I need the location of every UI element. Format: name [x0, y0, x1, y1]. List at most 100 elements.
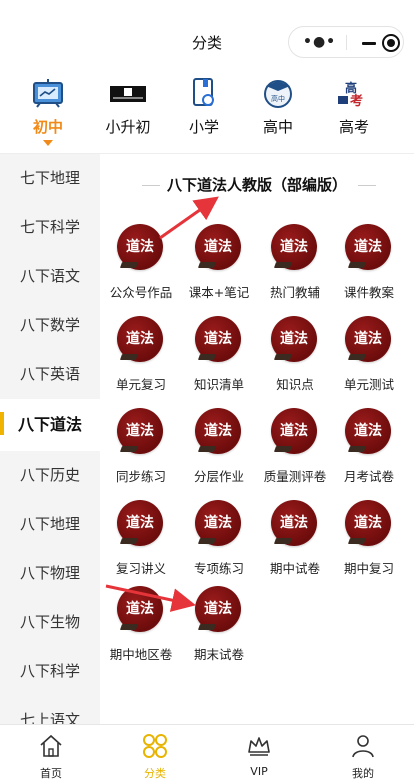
sidebar-item[interactable]: 八下英语 — [0, 350, 100, 399]
grid-item[interactable]: 道法 课件教案 — [330, 224, 408, 314]
grid-item-label: 月考试卷 — [343, 469, 394, 484]
sidebar-item[interactable]: 八下历史 — [0, 451, 100, 500]
daofa-badge-icon: 道法 — [195, 500, 241, 546]
daofa-badge-icon: 道法 — [195, 224, 241, 270]
chart-board-icon — [33, 79, 63, 108]
sidebar-item[interactable]: 八下物理 — [0, 549, 100, 598]
grid-item[interactable]: 道法 质量测评卷 — [256, 408, 334, 498]
daofa-badge-icon: 道法 — [195, 316, 241, 362]
tab-label: 初中 — [32, 118, 63, 136]
daofa-badge-icon: 道法 — [345, 500, 391, 546]
close-circle-icon[interactable] — [382, 34, 400, 52]
grid-item[interactable]: 道法 单元测试 — [330, 316, 408, 406]
tab-chuzhong[interactable]: 初中 — [12, 76, 84, 148]
grid-item-label: 公众号作品 — [109, 285, 173, 300]
grid-item-label: 同步练习 — [115, 469, 166, 484]
grid-item[interactable]: 道法 单元复习 — [102, 316, 180, 406]
gaokao-text-icon: 高 考 — [338, 80, 363, 108]
sidebar-item[interactable]: 八下语文 — [0, 252, 100, 301]
grid-item-label: 期中复习 — [343, 561, 394, 576]
section-title: 八下道法人教版（部编版） — [100, 174, 414, 195]
tab-gaozhong[interactable]: 高中 高中 — [242, 76, 314, 148]
tab-gaokao[interactable]: 高 考 高考 — [318, 76, 390, 148]
grid-item-label: 复习讲义 — [115, 561, 166, 576]
tab-xiaoshengchu[interactable]: 小升初 — [92, 76, 164, 148]
grid-item[interactable]: 道法 知识点 — [256, 316, 334, 406]
grid-item[interactable]: 道法 知识清单 — [180, 316, 258, 406]
category-icon — [143, 734, 167, 758]
grid-item[interactable]: 道法 期中地区卷 — [102, 586, 180, 676]
minimize-icon[interactable] — [362, 42, 376, 45]
grid-item-label: 课本+笔记 — [188, 285, 250, 300]
sidebar-item-active[interactable]: 八下道法 — [0, 399, 100, 451]
book-link-icon — [193, 78, 214, 106]
daofa-badge-icon: 道法 — [345, 408, 391, 454]
more-dots-icon[interactable]: •●• — [303, 35, 336, 49]
grid-item[interactable]: 道法 期中试卷 — [256, 500, 334, 590]
sidebar-item[interactable]: 八下地理 — [0, 500, 100, 549]
daofa-badge-icon: 道法 — [345, 224, 391, 270]
level-tabs: 初中 小升初 小学 高中 高中 高 考 高考 — [0, 72, 414, 154]
grid-item[interactable]: 道法 分层作业 — [180, 408, 258, 498]
daofa-badge-icon: 道法 — [117, 500, 163, 546]
grid-item-label: 专项练习 — [193, 561, 244, 576]
daofa-badge-icon: 道法 — [271, 224, 317, 270]
tab-label: 小升初 — [105, 118, 151, 136]
sidebar-item[interactable]: 七下科学 — [0, 203, 100, 252]
mini-program-capsule: •●• — [288, 26, 404, 58]
tab-label: 小学 — [188, 118, 219, 136]
sidebar-item[interactable]: 八下生物 — [0, 598, 100, 647]
sidebar-item[interactable]: 八下科学 — [0, 647, 100, 696]
gaokao-icon-text-b: 考 — [350, 93, 363, 108]
tab-label: 分类 — [144, 767, 166, 780]
gaozhong-icon-text: 高中 — [271, 94, 285, 103]
top-bar: 分类 •●• — [0, 0, 414, 72]
daofa-badge-icon: 道法 — [271, 500, 317, 546]
tab-label: VIP — [250, 765, 268, 778]
grid-item[interactable]: 道法 期末试卷 — [180, 586, 258, 676]
sidebar-item[interactable]: 七下地理 — [0, 154, 100, 203]
graduation-cap-icon: 高中 — [264, 80, 292, 108]
resource-panel: 八下道法人教版（部编版） 道法 公众号作品 道法 课本+笔记 道法 热门教辅 道… — [100, 154, 414, 724]
user-icon — [352, 735, 374, 758]
grid-item[interactable]: 道法 热门教辅 — [256, 224, 334, 314]
xiaoshengchu-banner-icon — [110, 86, 146, 102]
daofa-badge-icon: 道法 — [271, 408, 317, 454]
home-icon — [40, 734, 62, 757]
subject-sidebar[interactable]: 七下地理 七下科学 八下语文 八下数学 八下英语 八下道法 八下历史 八下地理 … — [0, 154, 100, 724]
tab-label: 高考 — [338, 118, 369, 136]
daofa-badge-icon: 道法 — [195, 586, 241, 632]
daofa-badge-icon: 道法 — [345, 316, 391, 362]
grid-item[interactable]: 道法 月考试卷 — [330, 408, 408, 498]
grid-item-label: 课件教案 — [343, 285, 394, 300]
tab-home[interactable]: 首页 — [16, 731, 86, 780]
bottom-tab-bar: 首页 分类 VIP 我的 — [0, 724, 414, 780]
grid-item-label: 期末试卷 — [193, 647, 244, 662]
daofa-badge-icon: 道法 — [117, 224, 163, 270]
grid-item[interactable]: 道法 专项练习 — [180, 500, 258, 590]
grid-item[interactable]: 道法 复习讲义 — [102, 500, 180, 590]
tab-label: 我的 — [352, 767, 374, 780]
sidebar-item[interactable]: 七上语文 — [0, 696, 100, 724]
capsule-divider — [346, 35, 347, 50]
tab-category[interactable]: 分类 — [120, 731, 190, 780]
sidebar-item[interactable]: 八下数学 — [0, 301, 100, 350]
grid-item[interactable]: 道法 期中复习 — [330, 500, 408, 590]
active-caret-icon — [43, 140, 53, 146]
grid-item[interactable]: 道法 同步练习 — [102, 408, 180, 498]
gaokao-icon-text-a: 高 — [345, 80, 357, 95]
tab-xiaoxue[interactable]: 小学 — [168, 76, 240, 148]
grid-item-label: 分层作业 — [193, 469, 244, 484]
grid-item-label: 单元复习 — [115, 377, 166, 392]
tab-vip[interactable]: VIP — [224, 731, 294, 779]
daofa-badge-icon: 道法 — [271, 316, 317, 362]
daofa-badge-icon: 道法 — [117, 586, 163, 632]
tab-label: 首页 — [40, 767, 62, 780]
grid-item[interactable]: 道法 公众号作品 — [102, 224, 180, 314]
grid-item[interactable]: 道法 课本+笔记 — [180, 224, 258, 314]
grid-item-label: 知识清单 — [193, 377, 244, 392]
daofa-badge-icon: 道法 — [117, 316, 163, 362]
crown-icon — [248, 737, 270, 756]
tab-mine[interactable]: 我的 — [328, 731, 398, 780]
daofa-badge-icon: 道法 — [117, 408, 163, 454]
